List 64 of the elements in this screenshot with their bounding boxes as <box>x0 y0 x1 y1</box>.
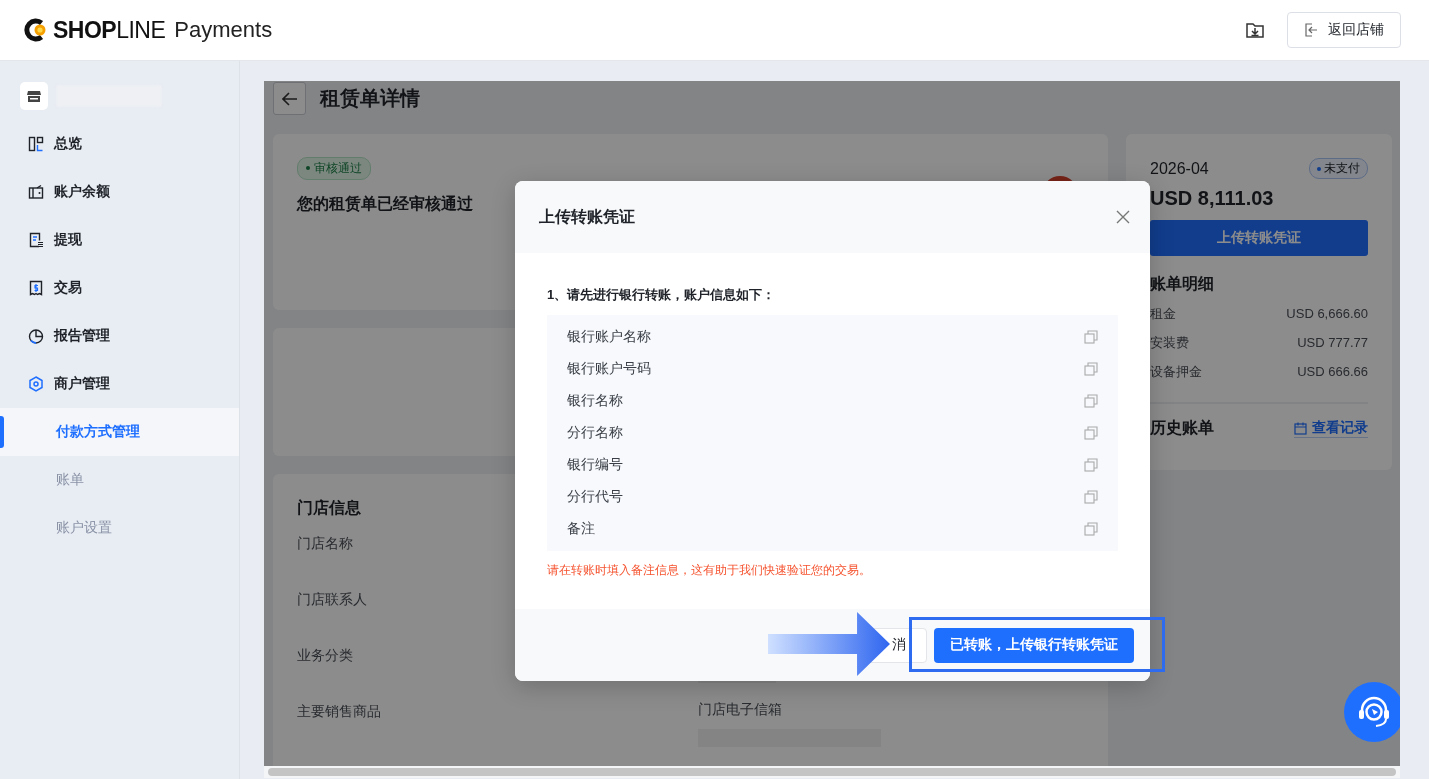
hexagon-icon <box>28 376 44 392</box>
brand-name: SHOPLINE <box>53 16 166 44</box>
grid-icon <box>28 136 44 152</box>
back-arrow-icon <box>281 91 298 106</box>
copy-icon[interactable] <box>1084 394 1098 408</box>
copy-icon[interactable] <box>1084 426 1098 440</box>
field-label: 门店联系人 <box>297 591 368 609</box>
store-icon <box>27 89 41 103</box>
copy-icon[interactable] <box>1084 330 1098 344</box>
field-label: 银行账户号码 <box>567 360 651 378</box>
field-label: 银行名称 <box>567 392 623 410</box>
sidebar-item[interactable]: 报告管理 <box>0 312 239 360</box>
document-icon <box>28 232 44 248</box>
status-tag: 审核通过 <box>297 156 371 180</box>
field-label: 备注 <box>567 520 595 538</box>
field-label: 分行代号 <box>567 488 623 506</box>
back-to-store-button[interactable]: 返回店铺 <box>1287 12 1401 48</box>
sidebar-item[interactable]: 总览 <box>0 120 239 168</box>
pie-chart-icon <box>28 328 44 344</box>
sidebar-item[interactable]: 提现 <box>0 216 239 264</box>
field-label: 门店名称 <box>297 535 354 553</box>
field-label: 银行编号 <box>567 456 623 474</box>
warning-note: 请在转账时填入备注信息，这有助于我们快速验证您的交易。 <box>547 562 872 579</box>
horizontal-scrollbar[interactable] <box>264 766 1400 778</box>
back-button[interactable] <box>273 82 306 115</box>
copy-icon[interactable] <box>1084 490 1098 504</box>
sidebar-item[interactable]: 商户管理 <box>0 360 239 408</box>
download-icon[interactable] <box>1245 20 1265 40</box>
field-label: 门店电子信箱 <box>698 701 783 719</box>
section-title: 账单明细 <box>1150 274 1215 294</box>
wallet-icon <box>28 184 44 200</box>
copy-icon[interactable] <box>1084 362 1098 376</box>
field-label: 主要销售商品 <box>297 703 382 721</box>
line-amount: USD 777.77 <box>1297 335 1368 350</box>
sidebar-subitem[interactable]: 付款方式管理 <box>0 408 239 456</box>
bill-period: 2026-04 <box>1150 159 1209 178</box>
calendar-icon <box>1294 421 1307 435</box>
confirm-upload-button[interactable]: 已转账，上传银行转账凭证 <box>934 627 1134 663</box>
copy-icon[interactable] <box>1084 522 1098 536</box>
copy-icon[interactable] <box>1084 458 1098 472</box>
line-label: 安装费 <box>1150 333 1189 352</box>
page-title: 租赁单详情 <box>320 86 420 111</box>
line-label: 租金 <box>1150 304 1176 323</box>
step-instruction: 1、请先进行银行转账，账户信息如下： <box>547 286 777 304</box>
close-icon[interactable] <box>1116 210 1130 224</box>
status-badge: 未支付 <box>1309 158 1368 179</box>
line-label: 设备押金 <box>1150 362 1202 381</box>
selection-indicator <box>0 416 4 448</box>
sidebar-item[interactable]: 交易 <box>0 264 239 312</box>
section-title: 门店信息 <box>297 498 362 518</box>
field-label: 银行账户名称 <box>567 328 651 346</box>
product-name: Payments <box>174 17 273 43</box>
dialog-title: 上传转账凭证 <box>539 206 635 227</box>
section-title: 历史账单 <box>1150 418 1214 438</box>
bill-amount: USD 8,111.03 <box>1150 187 1275 210</box>
exit-icon <box>1304 23 1318 37</box>
line-amount: USD 6,666.60 <box>1286 306 1368 321</box>
receipt-icon <box>28 280 44 296</box>
sidebar-item[interactable]: 账户余额 <box>0 168 239 216</box>
support-button[interactable] <box>1344 682 1400 742</box>
line-amount: USD 666.66 <box>1297 364 1368 379</box>
field-label: 业务分类 <box>297 647 354 665</box>
status-message: 您的租赁单已经审核通过 <box>297 193 474 214</box>
field-label: 分行名称 <box>567 424 623 442</box>
